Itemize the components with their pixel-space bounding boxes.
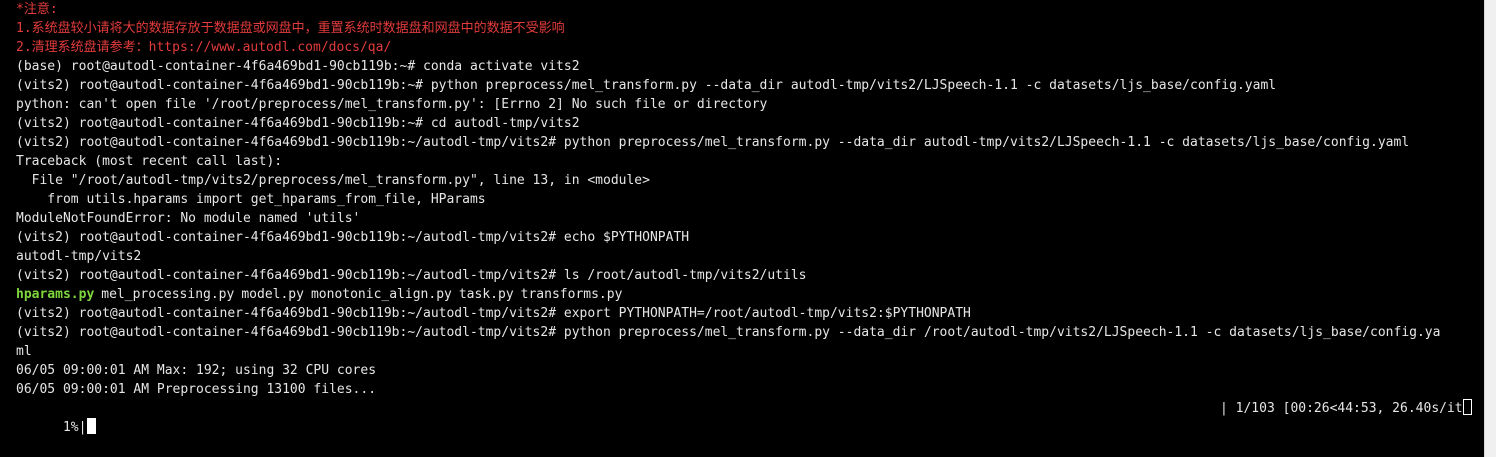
notice-line-2: 2.清理系统盘请参考：https://www.autodl.com/docs/q… <box>16 40 392 55</box>
terminal-line: from utils.hparams import get_hparams_fr… <box>16 192 486 207</box>
terminal-line: python: can't open file '/root/preproces… <box>16 97 768 112</box>
progress-stats: | 1/103 [00:26<44:53, 26.40s/it <box>1220 399 1472 418</box>
notice-title: *注意: <box>16 2 58 17</box>
terminal-line: (vits2) root@autodl-container-4f6a469bd1… <box>16 230 690 245</box>
terminal-line: (vits2) root@autodl-container-4f6a469bd1… <box>16 306 971 321</box>
terminal-line: (vits2) root@autodl-container-4f6a469bd1… <box>16 116 580 131</box>
progress-bar-line: 1%| | 1/103 [00:26<44:53, 26.40s/it <box>16 399 1484 435</box>
terminal-line: (vits2) root@autodl-container-4f6a469bd1… <box>16 78 1277 93</box>
terminal-line: 06/05 09:00:01 AM Preprocessing 13100 fi… <box>16 382 377 397</box>
terminal-line: (vits2) root@autodl-container-4f6a469bd1… <box>16 135 1410 150</box>
terminal-line: autodl-tmp/vits2 <box>16 249 142 264</box>
terminal-line: (vits2) root@autodl-container-4f6a469bd1… <box>16 268 807 283</box>
ls-file: mel_processing.py <box>101 287 235 302</box>
ls-file: task.py <box>458 287 514 302</box>
notice-line-1: 1.系统盘较小请将大的数据存放于数据盘或网盘中，重置系统时数据盘和网盘中的数据不… <box>16 21 565 36</box>
ls-output-line: hparams.py mel_processing.py model.py monot… <box>16 285 1484 304</box>
ls-file: transforms.py <box>520 287 623 302</box>
terminal-cursor <box>1462 399 1472 415</box>
ls-file: model.py <box>241 287 304 302</box>
terminal-line: ml <box>16 344 32 359</box>
terminal-line: ModuleNotFoundError: No module named 'ut… <box>16 211 361 226</box>
ls-file: monotonic_align.py <box>310 287 452 302</box>
terminal-window[interactable]: *注意: 1.系统盘较小请将大的数据存放于数据盘或网盘中，重置系统时数据盘和网盘… <box>0 0 1484 457</box>
terminal-line: (base) root@autodl-container-4f6a469bd1-… <box>16 59 580 74</box>
ls-file-executable: hparams.py <box>16 287 95 302</box>
scrollbar[interactable] <box>1484 0 1496 457</box>
progress-fill <box>87 418 97 434</box>
terminal-line: 06/05 09:00:01 AM Max: 192; using 32 CPU… <box>16 363 377 378</box>
terminal-line: File "/root/autodl-tmp/vits2/preprocess/… <box>16 173 650 188</box>
terminal-line: Traceback (most recent call last): <box>16 154 283 169</box>
progress-percent: 1%| <box>47 420 87 435</box>
terminal-line: (vits2) root@autodl-container-4f6a469bd1… <box>16 325 1441 340</box>
